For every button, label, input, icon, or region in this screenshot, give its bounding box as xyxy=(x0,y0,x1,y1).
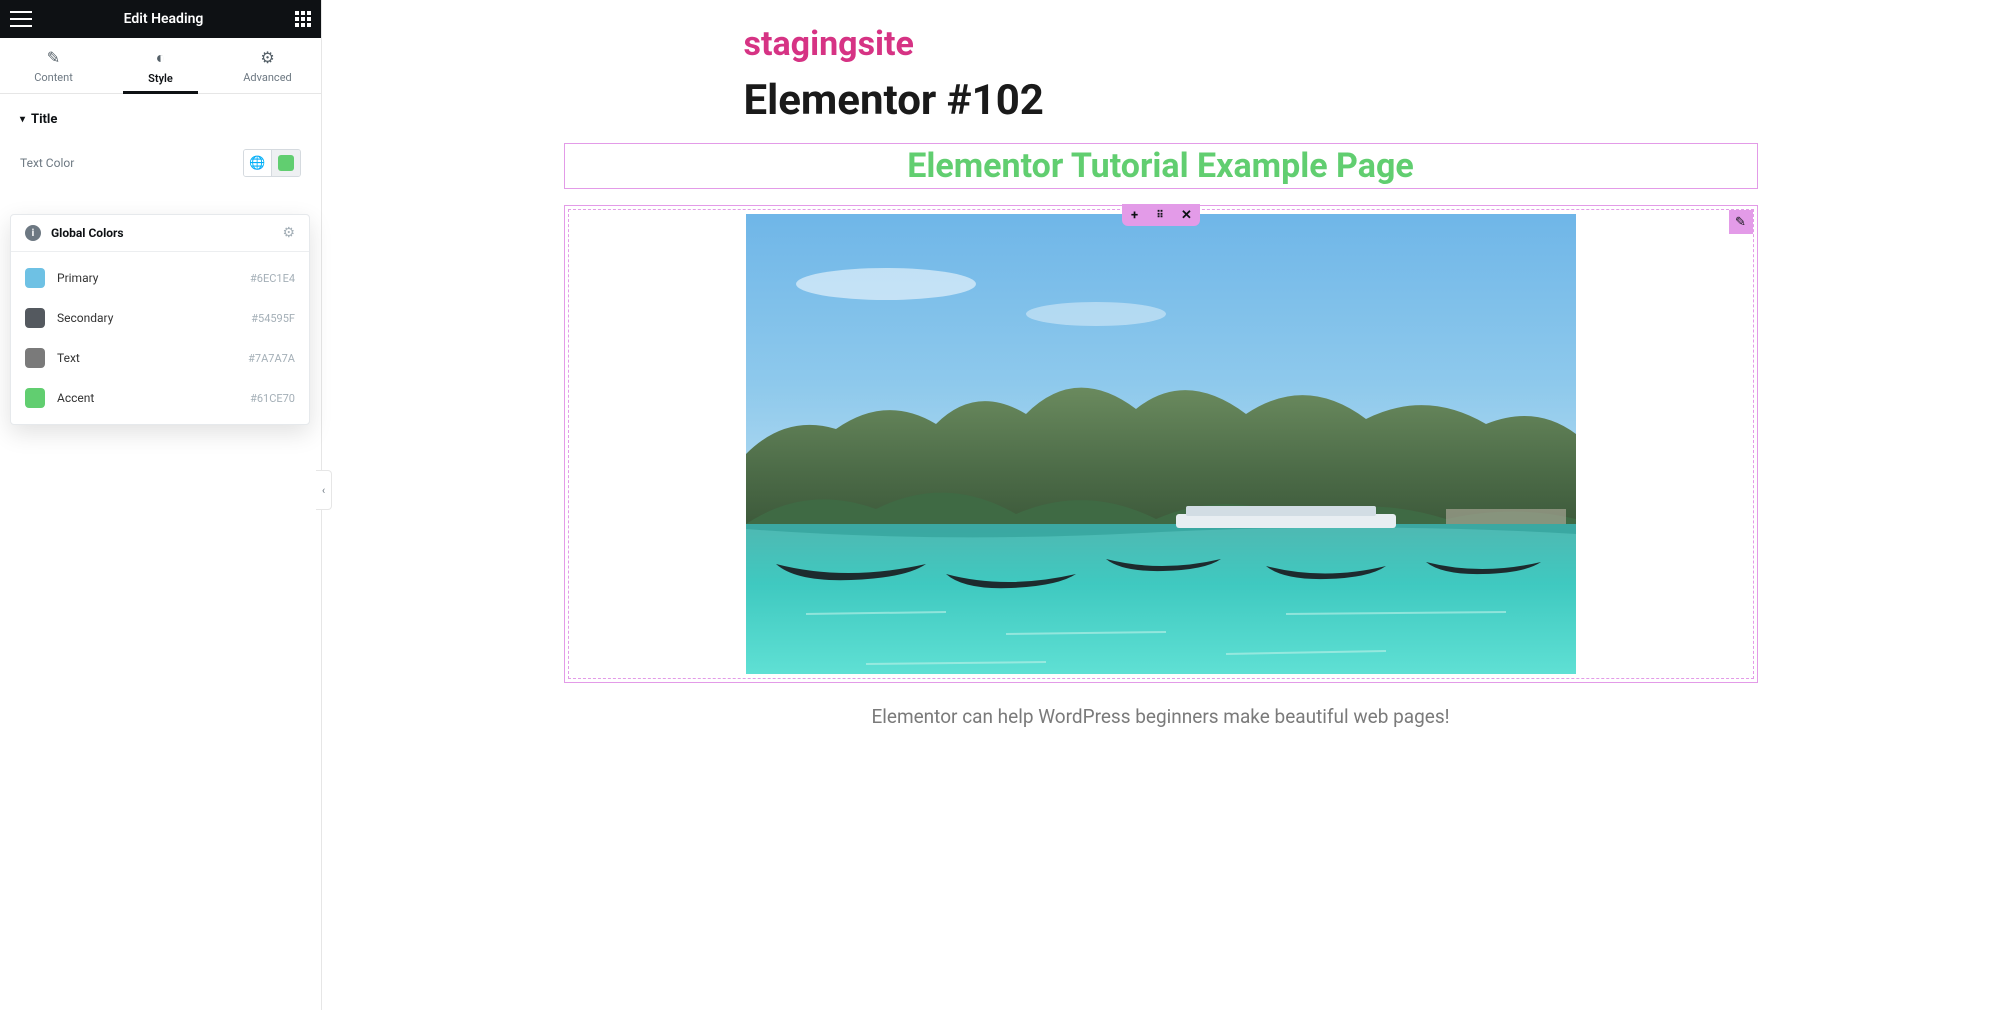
color-name: Text xyxy=(57,351,248,365)
popover-header: i Global Colors ⚙ xyxy=(11,215,309,252)
color-hex: #54595F xyxy=(251,312,295,325)
global-color-secondary[interactable]: Secondary #54595F xyxy=(11,298,309,338)
widgets-grid-icon[interactable] xyxy=(295,11,311,27)
sidebar-header: Edit Heading xyxy=(0,0,321,38)
caret-down-icon: ▾ xyxy=(20,114,25,125)
current-color-swatch xyxy=(278,155,294,171)
tab-advanced[interactable]: ⚙ Advanced xyxy=(214,38,321,93)
remove-section-button[interactable]: ✕ xyxy=(1174,204,1200,226)
color-chip xyxy=(25,388,45,408)
caption-text: Elementor can help WordPress beginners m… xyxy=(564,705,1758,728)
gear-icon: ⚙ xyxy=(214,48,321,67)
edit-element-button[interactable]: ✎ xyxy=(1729,210,1753,234)
page-title: Elementor #102 xyxy=(744,76,1758,125)
text-color-control: Text Color 🌐 xyxy=(20,149,301,177)
pencil-icon: ✎ xyxy=(1735,215,1746,230)
open-color-picker[interactable] xyxy=(272,150,300,176)
tab-label: Content xyxy=(34,71,73,84)
global-colors-popover: i Global Colors ⚙ Primary #6EC1E4 Second… xyxy=(10,214,310,425)
plus-icon: + xyxy=(1131,208,1138,223)
image-section[interactable]: + ⠿ ✕ ✎ xyxy=(564,205,1758,683)
color-hex: #61CE70 xyxy=(250,392,295,405)
drag-icon: ⠿ xyxy=(1156,210,1164,221)
tab-label: Style xyxy=(148,72,173,85)
globe-icon: 🌐 xyxy=(249,156,265,171)
global-color-list: Primary #6EC1E4 Secondary #54595F Text #… xyxy=(11,252,309,424)
collapse-sidebar-handle[interactable]: ‹ xyxy=(316,470,332,510)
section-toggle-title[interactable]: ▾ Title xyxy=(20,112,301,127)
color-hex: #6EC1E4 xyxy=(250,272,295,285)
popover-title: Global Colors xyxy=(51,226,124,240)
section-handle: + ⠿ ✕ xyxy=(1122,204,1200,226)
drag-section-handle[interactable]: ⠿ xyxy=(1148,204,1174,226)
color-picker-group: 🌐 xyxy=(243,149,301,177)
controls-area: ▾ Title Text Color 🌐 xyxy=(0,94,321,177)
section-toggle-label: Title xyxy=(31,112,57,127)
color-chip xyxy=(25,268,45,288)
panel-title: Edit Heading xyxy=(124,11,204,27)
editor-canvas: stagingsite Elementor #102 Elementor Tut… xyxy=(322,0,1999,1010)
control-label: Text Color xyxy=(20,156,243,170)
color-chip xyxy=(25,348,45,368)
pencil-icon: ✎ xyxy=(0,48,107,67)
close-icon: ✕ xyxy=(1181,208,1192,223)
image-element[interactable] xyxy=(746,214,1576,674)
gear-icon[interactable]: ⚙ xyxy=(282,225,295,241)
tab-content[interactable]: ✎ Content xyxy=(0,38,107,93)
hamburger-icon[interactable] xyxy=(10,11,32,27)
tab-label: Advanced xyxy=(243,71,291,84)
tab-style[interactable]: ◐ Style xyxy=(107,38,214,93)
panel-tabs: ✎ Content ◐ Style ⚙ Advanced xyxy=(0,38,321,94)
global-color-accent[interactable]: Accent #61CE70 xyxy=(11,378,309,418)
global-color-button[interactable]: 🌐 xyxy=(244,150,272,176)
color-hex: #7A7A7A xyxy=(248,352,295,365)
site-title[interactable]: stagingsite xyxy=(744,24,1758,64)
color-name: Secondary xyxy=(57,311,251,325)
add-section-button[interactable]: + xyxy=(1122,204,1148,226)
info-icon: i xyxy=(25,225,41,241)
contrast-icon: ◐ xyxy=(107,48,214,68)
global-color-text[interactable]: Text #7A7A7A xyxy=(11,338,309,378)
global-color-primary[interactable]: Primary #6EC1E4 xyxy=(11,258,309,298)
heading-element[interactable]: Elementor Tutorial Example Page xyxy=(565,144,1757,188)
editor-sidebar: Edit Heading ✎ Content ◐ Style ⚙ Advance… xyxy=(0,0,322,1010)
color-name: Accent xyxy=(57,391,250,405)
chevron-left-icon: ‹ xyxy=(322,484,325,497)
color-chip xyxy=(25,308,45,328)
heading-section[interactable]: Elementor Tutorial Example Page xyxy=(564,143,1758,189)
color-name: Primary xyxy=(57,271,250,285)
